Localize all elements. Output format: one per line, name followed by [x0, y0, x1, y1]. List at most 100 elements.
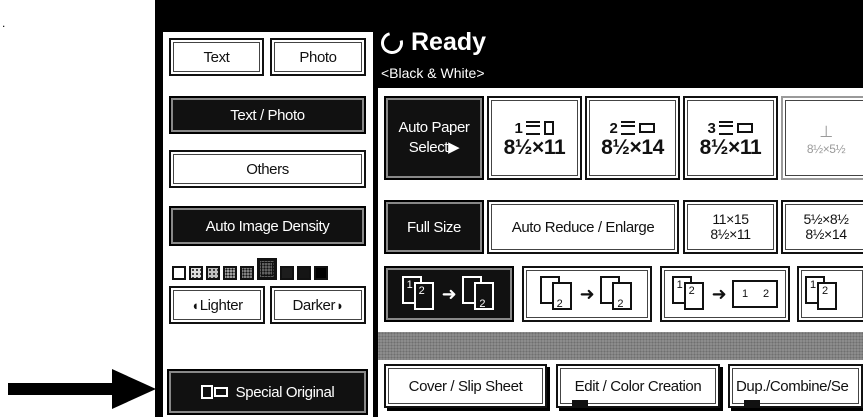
arrow-right-icon: ➜: [711, 283, 727, 304]
tray-1-button[interactable]: 1 8½×11: [487, 96, 582, 180]
text-photo-button[interactable]: Text / Photo: [169, 96, 366, 134]
ratio-preset-2-button[interactable]: 5½×8½ 8½×14: [781, 200, 863, 254]
arrow-right-icon: ➜: [579, 283, 595, 304]
tray-1-number: 1: [514, 119, 523, 137]
page-number: 2: [479, 298, 486, 310]
full-size-button[interactable]: Full Size: [384, 200, 484, 254]
bypass-size: 8½×5½: [806, 142, 846, 156]
tray-2-number: 2: [609, 119, 618, 137]
chevron-left-icon: ◖: [191, 297, 199, 313]
duplex-more-button[interactable]: 12: [797, 266, 863, 322]
two-pages-icon: 12: [401, 276, 436, 312]
page-number: 2: [617, 298, 624, 310]
page-number: 2: [822, 285, 828, 297]
auto-reduce-enlarge-label: Auto Reduce / Enlarge: [511, 218, 655, 236]
status-ready: Ready: [376, 27, 487, 58]
tab-dup-combine-series[interactable]: Dup./Combine/Se: [728, 364, 863, 408]
density-level: [297, 266, 311, 280]
density-level: [280, 266, 294, 280]
edit-color-label: Edit / Color Creation: [574, 377, 702, 395]
tray-2-button[interactable]: 2 8½×14: [585, 96, 680, 180]
special-original-icon: [200, 385, 228, 399]
page-number: 1: [810, 279, 816, 291]
photo-button-label: Photo: [299, 48, 337, 66]
density-level: [189, 266, 203, 280]
duplex-1-sided-to-2-sided-button[interactable]: 12 ➜ 2: [384, 266, 514, 322]
two-pages-icon: 12: [805, 276, 839, 312]
preset-2-bottom: 8½×14: [805, 226, 847, 242]
auto-density-label: Auto Image Density: [205, 217, 330, 235]
preset-1-bottom: 8½×11: [710, 226, 751, 242]
landscape-page-icon: [639, 123, 656, 133]
density-level: [172, 266, 186, 280]
page-marker: .: [2, 16, 6, 30]
page-number: 1: [406, 279, 413, 291]
ratio-preset-1-button[interactable]: 11×15 8½×11: [683, 200, 778, 254]
tab-edit-color-creation[interactable]: Edit / Color Creation: [556, 364, 720, 408]
others-button[interactable]: Others: [169, 150, 366, 188]
tab-cover-slip-sheet[interactable]: Cover / Slip Sheet: [384, 364, 547, 408]
darker-button[interactable]: Darker ◗: [270, 286, 366, 324]
color-mode-text: <Black & White>: [381, 65, 485, 81]
text-photo-label: Text / Photo: [230, 106, 305, 124]
status-text: Ready: [411, 28, 487, 56]
page-number: 1: [741, 288, 748, 300]
tray-3-button[interactable]: 3 8½×11: [683, 96, 778, 180]
portrait-page-icon: [544, 121, 555, 135]
tray-3-size: 8½×11: [699, 135, 762, 159]
tray-3-number: 3: [707, 119, 716, 137]
tray-3-header: 3: [708, 120, 754, 137]
special-original-button[interactable]: Special Original: [167, 369, 368, 415]
lighter-label: Lighter: [199, 296, 243, 314]
density-level: [206, 266, 220, 280]
bypass-tray-icon: ⊥: [819, 124, 833, 141]
darker-label: Darker: [292, 296, 336, 314]
landscape-page-icon: [737, 123, 754, 133]
bypass-tray-button[interactable]: ⊥ 8½×5½: [781, 96, 863, 180]
photo-button[interactable]: Photo: [270, 38, 366, 76]
duplex-2-sided-to-2-sided-button[interactable]: 2 ➜ 2: [522, 266, 652, 322]
auto-paper-line1: Auto Paper: [398, 119, 470, 136]
auto-paper-line2-wrap: Select▶: [408, 138, 460, 158]
tray-1-header: 1: [515, 120, 555, 137]
auto-image-density-button[interactable]: Auto Image Density: [169, 206, 366, 246]
ready-indicator-icon: [376, 27, 408, 58]
others-label: Others: [246, 160, 289, 178]
arrow-right-icon: ▶: [448, 139, 460, 156]
density-level: [240, 266, 254, 280]
pointer-arrow-icon: [112, 369, 156, 409]
density-level: [314, 266, 328, 280]
duplex-sheet-icon: 2: [539, 276, 574, 312]
auto-paper-line2: Select: [408, 139, 449, 156]
tray-2-size: 8½×14: [601, 135, 664, 159]
duplex-sheet-icon: 2: [600, 276, 634, 312]
density-level-selected: [257, 258, 277, 280]
page-number: 2: [688, 285, 695, 297]
lighter-button[interactable]: ◖ Lighter: [169, 286, 265, 324]
arrow-right-icon: ➜: [441, 283, 457, 304]
tab-indicator-icon: [744, 400, 760, 406]
text-button[interactable]: Text: [169, 38, 264, 76]
combine-to-booklet-button[interactable]: 12 ➜ 12: [660, 266, 790, 322]
page-number: 1: [676, 279, 683, 291]
two-pages-icon: 12: [671, 276, 706, 312]
auto-paper-select-button[interactable]: Auto Paper Select▶: [384, 96, 484, 180]
dup-combine-label: Dup./Combine/Se: [736, 377, 849, 395]
page-number: 2: [418, 285, 425, 297]
full-size-label: Full Size: [407, 218, 461, 236]
duplex-sheet-icon: 2: [462, 276, 496, 312]
preset-2-top: 5½×8½: [803, 211, 849, 227]
paper-stack-icon: [526, 121, 541, 135]
auto-reduce-enlarge-button[interactable]: Auto Reduce / Enlarge: [487, 200, 679, 254]
density-scale: [172, 258, 362, 280]
special-original-label: Special Original: [235, 383, 335, 401]
page-number: 2: [556, 298, 563, 310]
paper-stack-icon: [719, 121, 734, 135]
tray-2-header: 2: [610, 120, 656, 137]
cover-slip-label: Cover / Slip Sheet: [408, 377, 523, 395]
text-button-label: Text: [203, 48, 230, 66]
paper-stack-icon: [621, 121, 636, 135]
tab-indicator-icon: [572, 400, 588, 406]
chevron-right-icon: ◗: [336, 297, 344, 313]
pointer-arrow-shaft: [8, 383, 120, 395]
